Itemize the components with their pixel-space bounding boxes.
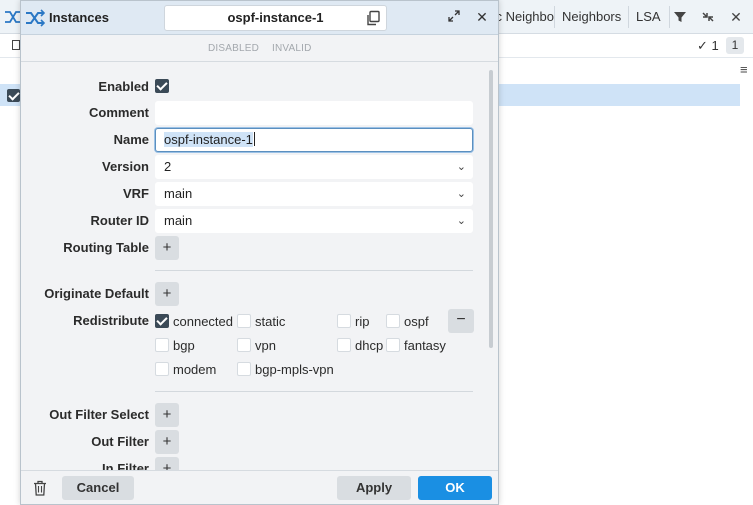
total-count-badge: 1 (726, 37, 744, 54)
ok-button[interactable]: OK (418, 476, 492, 500)
option-label: ospf (404, 314, 429, 329)
add-routing-table-button[interactable]: + (155, 236, 179, 260)
redistribute-label: Redistribute (73, 313, 149, 328)
enabled-checkbox[interactable] (155, 79, 169, 93)
checkbox[interactable] (386, 338, 400, 352)
option-label: modem (173, 362, 217, 377)
checkbox-icon[interactable] (12, 40, 20, 50)
scrollbar[interactable] (489, 70, 493, 348)
add-out-filter-button[interactable]: + (155, 430, 179, 454)
enabled-label: Enabled (98, 79, 149, 94)
cancel-button[interactable]: Cancel (62, 476, 134, 500)
name-label: Name (113, 132, 149, 147)
comment-field[interactable] (155, 101, 473, 125)
version-select[interactable]: 2 ⌄ (155, 155, 473, 179)
checkbox[interactable] (237, 362, 251, 376)
name-row: Name ospf-instance-1 (21, 128, 481, 152)
out-filter-select-row: Out Filter Select + (21, 403, 481, 427)
checkbox[interactable] (337, 314, 351, 328)
option-label: connected (173, 314, 233, 329)
divider (155, 270, 473, 271)
enabled-row: Enabled (21, 75, 481, 99)
option-label: dhcp (355, 338, 384, 353)
checkbox[interactable] (155, 314, 169, 328)
checkbox[interactable] (237, 314, 251, 328)
add-out-filter-select-button[interactable]: + (155, 403, 179, 427)
tab-label: c Neighbo (498, 9, 554, 24)
shuffle-icon (26, 9, 45, 27)
vrf-row: VRF main ⌄ (21, 182, 481, 206)
vrf-value: main (164, 186, 193, 201)
row-checkbox[interactable] (7, 89, 20, 102)
checkbox[interactable] (337, 338, 351, 352)
trash-icon[interactable] (33, 480, 47, 496)
dialog-title: Instances (49, 10, 109, 25)
out-filter-select-label: Out Filter Select (49, 407, 149, 422)
originate-default-label: Originate Default (44, 286, 149, 301)
out-filter-row: Out Filter + (21, 430, 481, 454)
status-bar: DISABLED INVALID (21, 35, 498, 62)
tab-neighbors-partial[interactable]: c Neighbo (498, 6, 554, 28)
version-row: Version 2 ⌄ (21, 155, 481, 179)
vrf-label: VRF (123, 186, 149, 201)
routing-table-label: Routing Table (63, 240, 149, 255)
add-in-filter-button[interactable]: + (155, 457, 179, 470)
version-label: Version (102, 159, 149, 174)
apply-button[interactable]: Apply (337, 476, 411, 500)
checkbox[interactable] (386, 314, 400, 328)
router-id-select[interactable]: main ⌄ (155, 209, 473, 233)
name-value: ospf-instance-1 (164, 132, 253, 147)
originate-default-row: Originate Default + (21, 282, 481, 306)
option-label: rip (355, 314, 370, 329)
comment-label: Comment (89, 105, 149, 120)
close-icon[interactable]: ✕ (474, 9, 490, 25)
version-value: 2 (164, 159, 172, 174)
option-label: bgp (173, 338, 195, 353)
selected-count: ✓ 1 (697, 38, 719, 53)
out-filter-label: Out Filter (91, 434, 149, 449)
instance-name-header: ospf-instance-1 (164, 5, 387, 31)
add-originate-default-button[interactable]: + (155, 282, 179, 306)
in-filter-label: In Filter (102, 461, 149, 470)
comment-row: Comment (21, 101, 481, 125)
tab-lsa[interactable]: LSA (628, 6, 670, 28)
instance-dialog: Instances ospf-instance-1 ✕ DISABLED INV… (20, 0, 499, 505)
collapse-icon[interactable] (698, 7, 718, 27)
chevron-down-icon: ⌄ (456, 215, 466, 227)
chevron-down-icon: ⌄ (456, 188, 466, 200)
dialog-form: Enabled Comment Name ospf-instance-1 Ver… (21, 62, 498, 470)
vrf-select[interactable]: main ⌄ (155, 182, 473, 206)
router-id-value: main (164, 213, 193, 228)
chevron-down-icon: ⌄ (456, 161, 466, 173)
close-icon[interactable]: ✕ (726, 7, 746, 27)
menu-icon[interactable]: ≡ (740, 62, 748, 77)
status-invalid: INVALID (272, 43, 312, 54)
checkbox[interactable] (237, 338, 251, 352)
expand-icon[interactable] (446, 10, 462, 26)
in-filter-row: In Filter + (21, 457, 481, 470)
router-id-label: Router ID (90, 213, 150, 228)
status-disabled: DISABLED (208, 43, 260, 54)
routing-table-row: Routing Table + (21, 236, 481, 260)
dialog-header: Instances ospf-instance-1 ✕ (21, 1, 498, 35)
option-label: static (255, 314, 286, 329)
checkbox[interactable] (155, 362, 169, 376)
name-field[interactable]: ospf-instance-1 (155, 128, 473, 152)
option-label: fantasy (404, 338, 446, 353)
copy-icon[interactable] (365, 10, 381, 26)
remove-redistribute-button[interactable]: − (448, 309, 474, 333)
filter-icon[interactable] (670, 7, 690, 27)
text-caret (253, 132, 255, 146)
checkbox[interactable] (155, 338, 169, 352)
option-label: vpn (255, 338, 276, 353)
dialog-footer: Cancel Apply OK (21, 470, 498, 504)
tab-neighbors[interactable]: Neighbors (554, 6, 630, 28)
divider (155, 391, 473, 392)
option-label: bgp-mpls-vpn (255, 362, 334, 377)
router-id-row: Router ID main ⌄ (21, 209, 481, 233)
